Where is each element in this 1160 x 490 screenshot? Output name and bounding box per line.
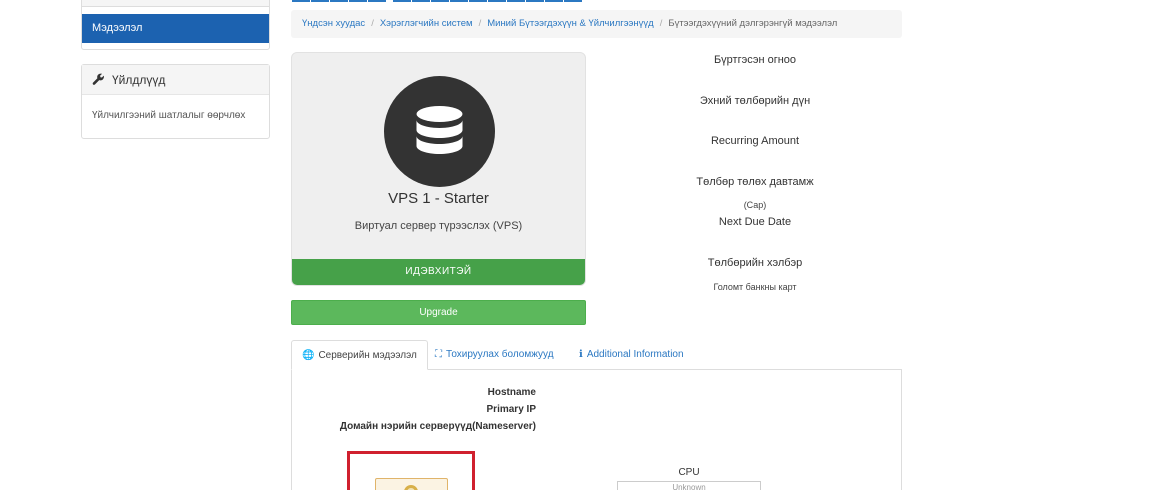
breadcrumb-current: Бүтээгдэхүүний дэлгэрэнгүй мэдээлэл <box>668 18 838 29</box>
breadcrumb-my-services[interactable]: Миний Бүтээгдэхүүн & Үйлчилгээнүүд <box>487 18 653 29</box>
tab-configurable-options[interactable]: ⛶ Тохируулах боломжууд <box>425 340 564 370</box>
sidebar-actions-title: Үйлдлүүд <box>112 72 166 87</box>
info-icon: ℹ <box>579 349 583 360</box>
database-icon-glyph <box>416 106 463 154</box>
page-title-cropped: ▬▬▬▬▬ ▬▬▬▬▬▬▬▬▬▬ <box>292 0 583 4</box>
tab-additional-info[interactable]: ℹ Additional Information <box>569 340 694 370</box>
sidebar-panel-header <box>82 0 269 7</box>
sidebar-info-panel: Мэдээлэл <box>81 0 270 50</box>
user-icon <box>404 485 418 490</box>
payment-method-value: Голомт банкны карт <box>713 282 797 292</box>
breadcrumb: Үндсэн хуудас / Хэрэглэгчийн систем / Миний … <box>291 10 902 38</box>
breadcrumb-home[interactable]: Үндсэн хуудас <box>302 18 365 29</box>
payment-method-label: Төлбөрийн хэлбэр <box>707 257 803 269</box>
tab-label: Тохируулах боломжууд <box>446 349 554 360</box>
sidebar-actions-header: Үйлдлүүд <box>82 65 269 95</box>
billing-cycle-value: (Сар) <box>743 200 767 210</box>
sidebar-actions-panel: Үйлдлүүд Үйлчилгээний шатлалыг өөрчлөх <box>81 64 270 139</box>
tab-label: Серверийн мэдээлэл <box>318 350 417 361</box>
cpu-value: Unknown <box>617 481 761 490</box>
tab-bar: 🌐 Серверийн мэдээлэл ⛶ Тохируулах боломжуу… <box>291 340 902 370</box>
highlighted-login-box <box>347 451 475 490</box>
primary-ip-label: Primary IP <box>486 404 536 415</box>
nameservers-label: Домайн нэрийн серверүүд(Nameserver) <box>339 421 536 432</box>
database-icon <box>384 76 495 187</box>
breadcrumb-separator: / <box>371 18 374 29</box>
cpu-label: CPU <box>678 467 700 478</box>
wrench-icon <box>92 73 104 85</box>
upgrade-button[interactable]: Upgrade <box>291 300 586 325</box>
billing-cycle-label: Төлбөр төлөх давтамж <box>696 176 814 188</box>
breadcrumb-client-area[interactable]: Хэрэглэгчийн систем <box>380 18 473 29</box>
control-panel-login-button[interactable] <box>375 478 448 490</box>
sidebar-item-change-plan[interactable]: Үйлчилгээний шатлалыг өөрчлөх <box>82 95 269 121</box>
globe-icon: 🌐 <box>302 350 315 361</box>
product-group: Виртуал сервер түрээслэх (VPS) <box>354 220 523 232</box>
tab-server-info[interactable]: 🌐 Серверийн мэдээлэл <box>291 340 428 370</box>
breadcrumb-separator: / <box>659 18 663 29</box>
first-payment-label: Эхний төлбөрийн дүн <box>699 95 811 107</box>
cubes-icon: ⛶ <box>435 349 442 360</box>
status-badge: ИДЭВХИТЭЙ <box>292 259 585 285</box>
hostname-label: Hostname <box>487 387 536 398</box>
next-due-date-label: Next Due Date <box>718 216 792 228</box>
tab-label: Additional Information <box>586 349 684 360</box>
breadcrumb-separator: / <box>478 18 482 29</box>
product-card: VPS 1 - Starter Виртуал сервер түрээслэх… <box>291 52 586 286</box>
sidebar-item-info[interactable]: Мэдээлэл <box>82 14 269 43</box>
recurring-amount-label: Recurring Amount <box>710 135 800 147</box>
product-name: VPS 1 - Starter <box>388 190 489 207</box>
registration-date-label: Бүртгэсэн огноо <box>713 54 797 66</box>
